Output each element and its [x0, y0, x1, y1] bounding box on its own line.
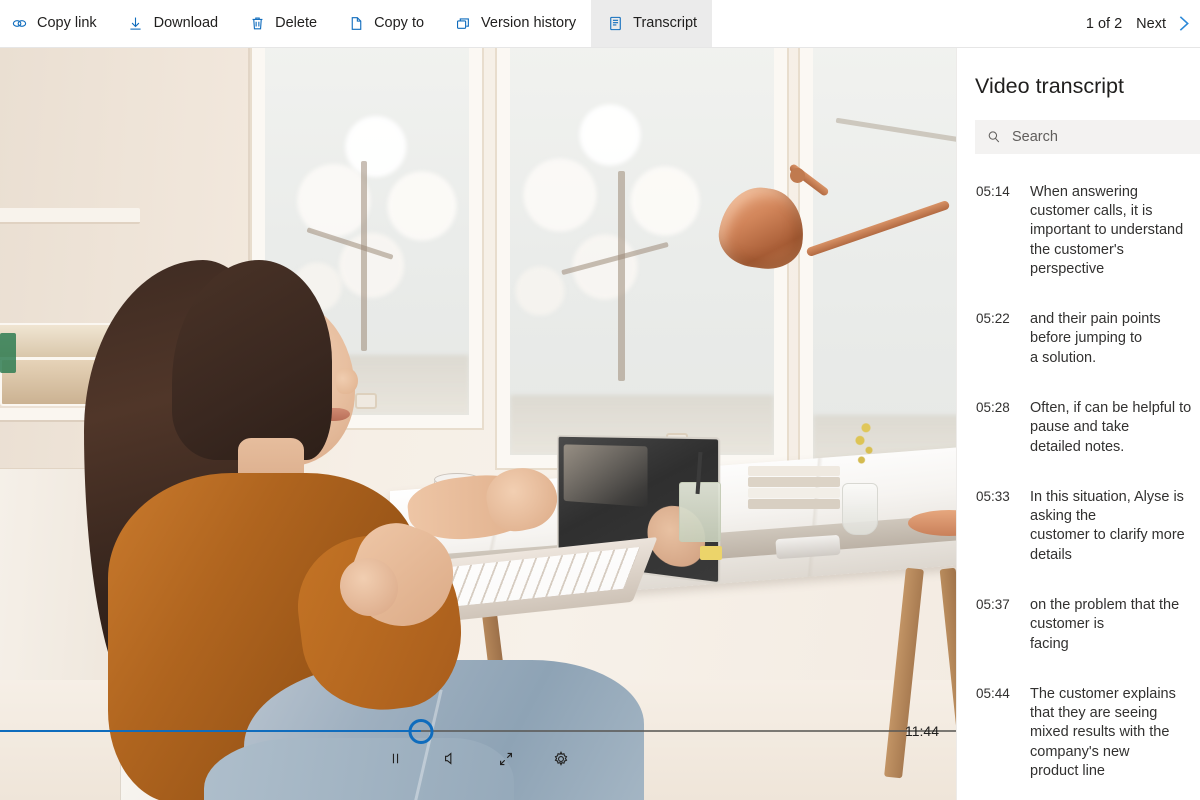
playback-buttons [0, 748, 956, 772]
search-container [957, 100, 1200, 154]
transcript-entry[interactable]: 05:28 Often, if can be helpful to pause a… [957, 388, 1200, 468]
transcript-text: When answering customer calls, it is imp… [1030, 183, 1184, 277]
next-button[interactable]: Next [1136, 13, 1200, 34]
transcript-text: on the problem that the customer is faci… [1030, 597, 1180, 652]
copy-to-label: Copy to [374, 15, 425, 32]
transcript-text: The customer explains that they are seei… [1030, 685, 1176, 779]
transcript-timestamp: 05:28 [976, 400, 1010, 416]
transcript-text: In this situation, Alyse is asking the c… [1030, 488, 1185, 563]
copy-link-label: Copy link [37, 15, 97, 32]
volume-icon [442, 750, 459, 770]
transcript-list[interactable]: 05:14 When answering customer calls, it i… [957, 154, 1200, 800]
next-label: Next [1136, 15, 1166, 32]
version-history-label: Version history [481, 15, 577, 32]
transcript-timestamp: 05:33 [976, 488, 1010, 504]
transcript-timestamp: 05:37 [976, 597, 1010, 613]
video-player[interactable]: 11:44 [0, 48, 956, 800]
settings-button[interactable] [549, 748, 573, 772]
download-icon [127, 15, 145, 33]
command-bar-actions: Copy link Download Delete Copy to Versio… [0, 0, 713, 47]
search-icon [986, 129, 1002, 145]
volume-button[interactable] [439, 748, 463, 772]
search-input[interactable] [1012, 128, 1189, 145]
fullscreen-icon [497, 750, 515, 771]
copy-to-icon [347, 15, 365, 33]
video-frame [0, 48, 956, 800]
version-history-button[interactable]: Version history [439, 0, 591, 47]
transcript-label: Transcript [633, 15, 698, 32]
copy-to-button[interactable]: Copy to [332, 0, 439, 47]
seek-progress [0, 730, 421, 732]
chevron-right-icon [1173, 13, 1194, 34]
delete-label: Delete [275, 15, 318, 32]
content-area: 11:44 Video transcript Search 05:14 When… [0, 48, 1200, 800]
command-bar-pager: 1 of 2 Next [1072, 0, 1200, 47]
transcript-entry[interactable]: 05:22 and their pain points before jumpin… [957, 299, 1200, 379]
delete-icon [248, 15, 266, 33]
delete-button[interactable]: Delete [233, 0, 332, 47]
transcript-entry[interactable]: 05:37 on the problem that the customer is… [957, 585, 1200, 665]
version-history-icon [454, 15, 472, 33]
search-box[interactable] [975, 119, 1200, 154]
download-button[interactable]: Download [112, 0, 234, 47]
transcript-entry[interactable]: 05:14 When answering customer calls, it i… [957, 172, 1200, 290]
page-count: 1 of 2 [1085, 15, 1123, 32]
transcript-timestamp: 05:44 [976, 685, 1010, 701]
transcript-entry[interactable]: 05:33 In this situation, Alyse is asking … [957, 477, 1200, 576]
seek-bar[interactable] [0, 719, 956, 744]
seek-thumb[interactable] [408, 719, 434, 744]
transcript-text: Often, if can be helpful to pause and ta… [1030, 400, 1192, 455]
transcript-panel: Video transcript 05:14 When answering cus… [956, 48, 1200, 800]
transcript-tab[interactable]: Transcript [591, 0, 713, 47]
transcript-icon [606, 15, 624, 33]
pause-icon [387, 750, 404, 770]
transcript-entry[interactable]: 05:44 The customer explains that they are… [957, 674, 1200, 792]
pause-button[interactable] [384, 748, 408, 772]
video-transcript-page: Copy link Download Delete Copy to Versio… [0, 0, 1200, 800]
command-bar: Copy link Download Delete Copy to Versio… [0, 0, 1200, 48]
copy-link-button[interactable]: Copy link [0, 0, 112, 47]
transcript-timestamp: 05:14 [976, 183, 1010, 199]
gear-icon [552, 750, 570, 771]
transcript-timestamp: 05:22 [976, 311, 1010, 327]
download-label: Download [153, 15, 219, 32]
panel-title: Video transcript [975, 74, 1124, 98]
copy-link-icon [10, 15, 28, 33]
transcript-text: and their pain points before jumping to … [1030, 311, 1161, 366]
fullscreen-button[interactable] [494, 748, 518, 772]
